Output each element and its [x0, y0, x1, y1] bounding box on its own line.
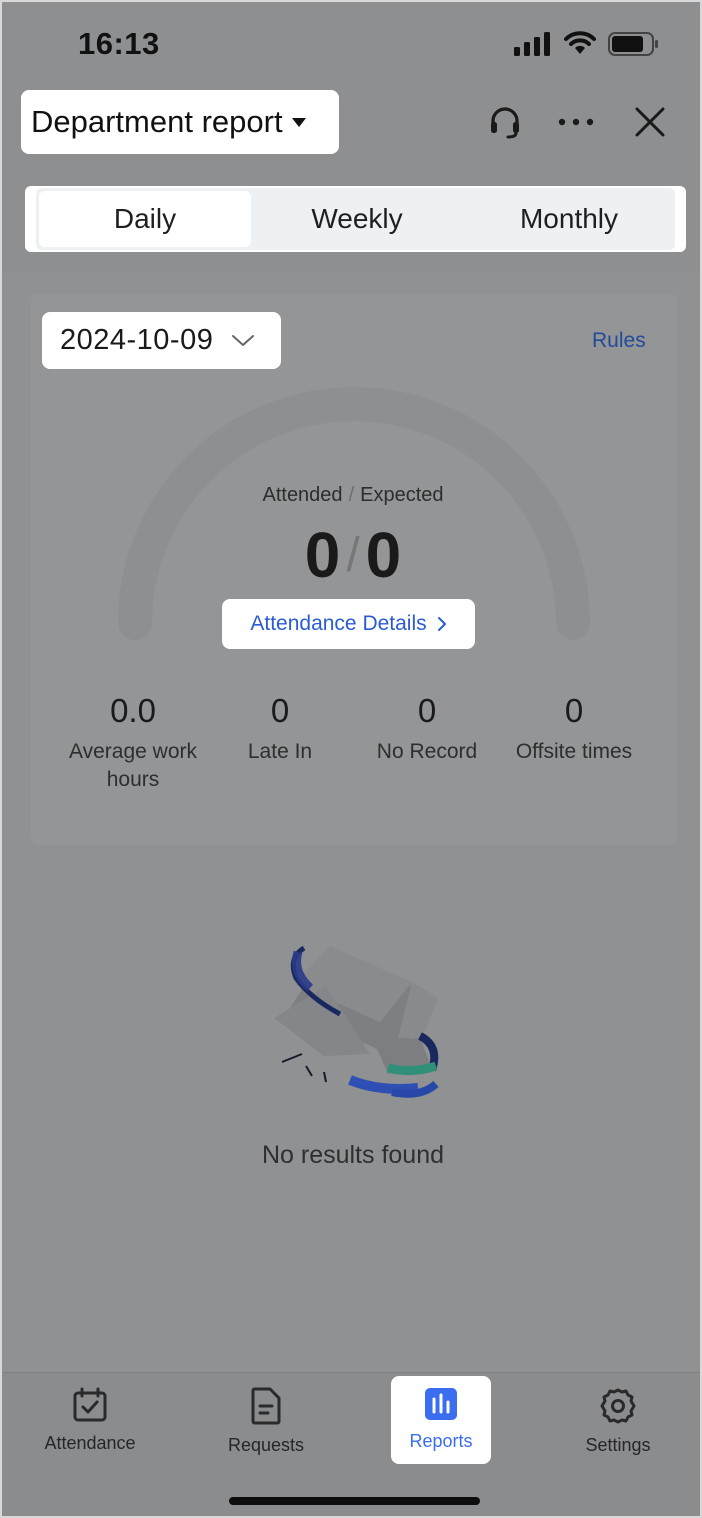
metric-late-in: 0 Late In — [200, 692, 360, 766]
attended-label: Attended — [262, 484, 343, 506]
nav-item-attendance[interactable]: Attendance — [40, 1387, 140, 1475]
report-type-dropdown[interactable]: Department report — [21, 90, 339, 154]
chevron-right-icon — [437, 617, 446, 631]
empty-box-icon — [274, 945, 439, 1098]
caret-down-icon — [291, 118, 306, 127]
home-indicator — [229, 1497, 480, 1505]
ratio-label-separator: / — [348, 484, 355, 506]
status-time: 16:13 — [78, 26, 160, 61]
battery-icon — [608, 32, 658, 56]
tab-weekly[interactable]: Weekly — [251, 188, 463, 250]
nav-label-requests: Requests — [227, 1435, 305, 1455]
ratio-value-separator: / — [346, 529, 360, 582]
metric-label: Late In — [247, 740, 313, 763]
document-icon — [251, 1387, 281, 1425]
more-icon[interactable] — [558, 117, 594, 127]
nav-label-attendance: Attendance — [44, 1433, 136, 1453]
expected-value: 0 — [365, 519, 402, 591]
attendance-details-label: Attendance Details — [250, 612, 427, 635]
calendar-check-icon — [73, 1387, 107, 1422]
period-tabs: Daily Weekly Monthly — [25, 186, 686, 252]
nav-item-settings[interactable]: Settings — [568, 1387, 668, 1475]
ratio-label: Attended / Expected — [2, 484, 700, 507]
attended-value: 0 — [304, 519, 341, 591]
metric-average-work-hours: 0.0 Average work hours — [53, 692, 213, 794]
empty-state-text: No results found — [261, 1141, 445, 1169]
nav-item-reports[interactable]: Reports — [391, 1376, 491, 1464]
rules-link[interactable]: Rules — [592, 329, 646, 353]
metric-label: Average work hours — [68, 740, 197, 791]
support-icon[interactable] — [488, 106, 522, 140]
bar-chart-icon — [425, 1388, 457, 1420]
signal-icon — [514, 32, 550, 56]
page-title: Department report — [31, 104, 283, 139]
expected-label: Expected — [360, 484, 444, 506]
metric-offsite-times: 0 Offsite times — [494, 692, 654, 766]
ratio-value: 0/0 — [2, 518, 700, 592]
wifi-icon — [564, 31, 596, 54]
metric-value: 0 — [564, 692, 584, 729]
nav-label-settings: Settings — [585, 1435, 651, 1455]
tabs-track: Daily Weekly Monthly — [36, 188, 675, 250]
metric-value: 0 — [417, 692, 437, 729]
nav-item-requests[interactable]: Requests — [216, 1387, 316, 1475]
tab-daily[interactable]: Daily — [39, 191, 251, 247]
metric-no-record: 0 No Record — [347, 692, 507, 766]
metric-value: 0 — [270, 692, 290, 729]
metric-label: No Record — [376, 740, 478, 763]
metric-value: 0.0 — [110, 692, 156, 729]
status-bar: 16:13 — [2, 2, 700, 82]
close-icon[interactable] — [634, 106, 666, 138]
nav-label-reports: Reports — [409, 1431, 473, 1451]
gear-icon — [600, 1388, 636, 1424]
tab-monthly[interactable]: Monthly — [463, 188, 675, 250]
date-value: 2024-10-09 — [60, 324, 214, 356]
metric-label: Offsite times — [515, 740, 633, 763]
chevron-down-icon — [232, 334, 255, 346]
app-screen: 16:13 Department report Daily Weekly Mon… — [0, 0, 702, 1518]
attendance-details-button[interactable]: Attendance Details — [222, 599, 475, 649]
date-picker[interactable]: 2024-10-09 — [42, 312, 281, 369]
